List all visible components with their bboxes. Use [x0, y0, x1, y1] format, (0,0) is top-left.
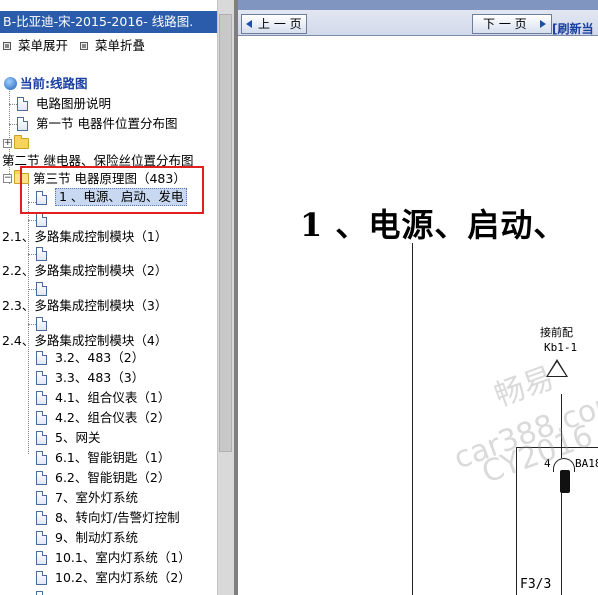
page-icon — [36, 212, 47, 227]
document-title: B-比亚迪-宋-2015-2016- 线路图. — [3, 14, 194, 29]
globe-icon — [4, 77, 17, 90]
tree-line — [28, 254, 36, 255]
page-icon — [36, 390, 47, 405]
tree-line — [9, 124, 17, 125]
tree-item[interactable]: 6.1、智能钥匙（1） — [36, 448, 170, 468]
menu-controls: 菜单展开 菜单折叠 — [3, 38, 153, 54]
tree-root[interactable]: 当前:线路图 — [4, 74, 88, 94]
tree-item[interactable]: 10.2、室内灯系统（2） — [36, 568, 191, 588]
tree-item[interactable]: 8、转向灯/告警灯控制 — [36, 508, 180, 528]
page-icon — [36, 450, 47, 465]
page-icon — [36, 316, 47, 331]
document-page: 1 、电源、启动、 接前配 Kb1-1 4 BA18 F3/3 畅易 car38… — [238, 37, 598, 595]
page-icon — [17, 116, 28, 131]
tree-item[interactable]: 9、制动灯系统 — [36, 528, 138, 548]
page-icon — [36, 570, 47, 585]
collapse-minus-icon[interactable]: − — [3, 174, 12, 183]
schematic-wire — [412, 243, 413, 595]
bottom-label: F3/3 — [520, 577, 552, 592]
expand-plus-icon[interactable]: + — [3, 139, 12, 148]
page-icon — [36, 490, 47, 505]
tree-item[interactable]: 10.1、室内灯系统（1） — [36, 548, 191, 568]
scrollbar-thumb[interactable] — [219, 14, 232, 452]
pin-label: Kb1-1 — [544, 341, 578, 354]
tree-line — [28, 220, 36, 221]
page-icon — [36, 246, 47, 261]
tree-item[interactable]: 2.1、多路集成控制模块（1） — [2, 227, 167, 247]
fuse-body — [560, 470, 570, 493]
viewer-panel: 上 一 页 下 一 页 [刷新当 1 、电源、启动、 接前配 Kb1-1 4 B… — [234, 0, 598, 595]
tree-item[interactable]: 电路图册说明 — [17, 94, 111, 114]
tree-line — [28, 324, 36, 325]
collapse-menu-button[interactable]: 菜单折叠 — [80, 38, 145, 54]
fuse-label: BA18 — [575, 457, 598, 470]
tree-item[interactable] — [36, 588, 55, 595]
tree-item[interactable]: 第一节 电器件位置分布图 — [17, 114, 177, 134]
expand-icon — [3, 42, 11, 50]
page-icon — [36, 470, 47, 485]
menu-panel: B-比亚迪-宋-2015-2016- 线路图. 菜单展开 菜单折叠 当前:线路图… — [0, 0, 234, 595]
highlight-box — [20, 166, 204, 214]
toolbar-top-strip — [238, 0, 598, 10]
page-icon — [17, 96, 28, 111]
expand-menu-button[interactable]: 菜单展开 — [3, 38, 68, 54]
tree-item[interactable]: 3.3、483（3） — [36, 368, 144, 388]
tree-line — [28, 184, 29, 454]
tree-item[interactable]: 7、室外灯系统 — [36, 488, 138, 508]
tree-item[interactable]: 4.2、组合仪表（2） — [36, 408, 170, 428]
collapse-icon — [80, 42, 88, 50]
diagram-title: 1 、电源、启动、 — [300, 206, 567, 244]
tree-item[interactable]: 2.3、多路集成控制模块（3） — [2, 296, 167, 316]
page-icon — [36, 430, 47, 445]
tree-item[interactable]: 2.2、多路集成控制模块（2） — [2, 261, 167, 281]
tree-item[interactable]: 3.2、483（2） — [36, 348, 144, 368]
prev-page-button[interactable]: 上 一 页 — [241, 14, 307, 34]
page-icon — [36, 281, 47, 296]
page-icon — [36, 350, 47, 365]
page-icon — [36, 550, 47, 565]
page-icon — [36, 410, 47, 425]
tree-line — [28, 289, 36, 290]
tree-view: 当前:线路图 电路图册说明 第一节 电器件位置分布图 + 第二节 继电器、保险丝… — [0, 70, 217, 595]
folder-icon — [14, 135, 29, 149]
tree-item[interactable]: 5、网关 — [36, 428, 100, 448]
schematic-wire — [561, 493, 562, 595]
page-icon — [36, 590, 47, 595]
tree-item[interactable]: 6.2、智能钥匙（2） — [36, 468, 170, 488]
arrow-left-icon — [246, 20, 252, 28]
connector-label: 接前配 — [540, 326, 573, 339]
document-title-bar: B-比亚迪-宋-2015-2016- 线路图. — [0, 11, 217, 33]
page-icon — [36, 530, 47, 545]
page-icon — [36, 370, 47, 385]
next-page-button[interactable]: 下 一 页 — [472, 14, 552, 34]
tree-line — [9, 104, 17, 105]
refresh-link[interactable]: [刷新当 — [552, 20, 594, 37]
page-icon — [36, 510, 47, 525]
tree-item[interactable]: 4.1、组合仪表（1） — [36, 388, 170, 408]
arrow-right-icon — [540, 20, 546, 28]
